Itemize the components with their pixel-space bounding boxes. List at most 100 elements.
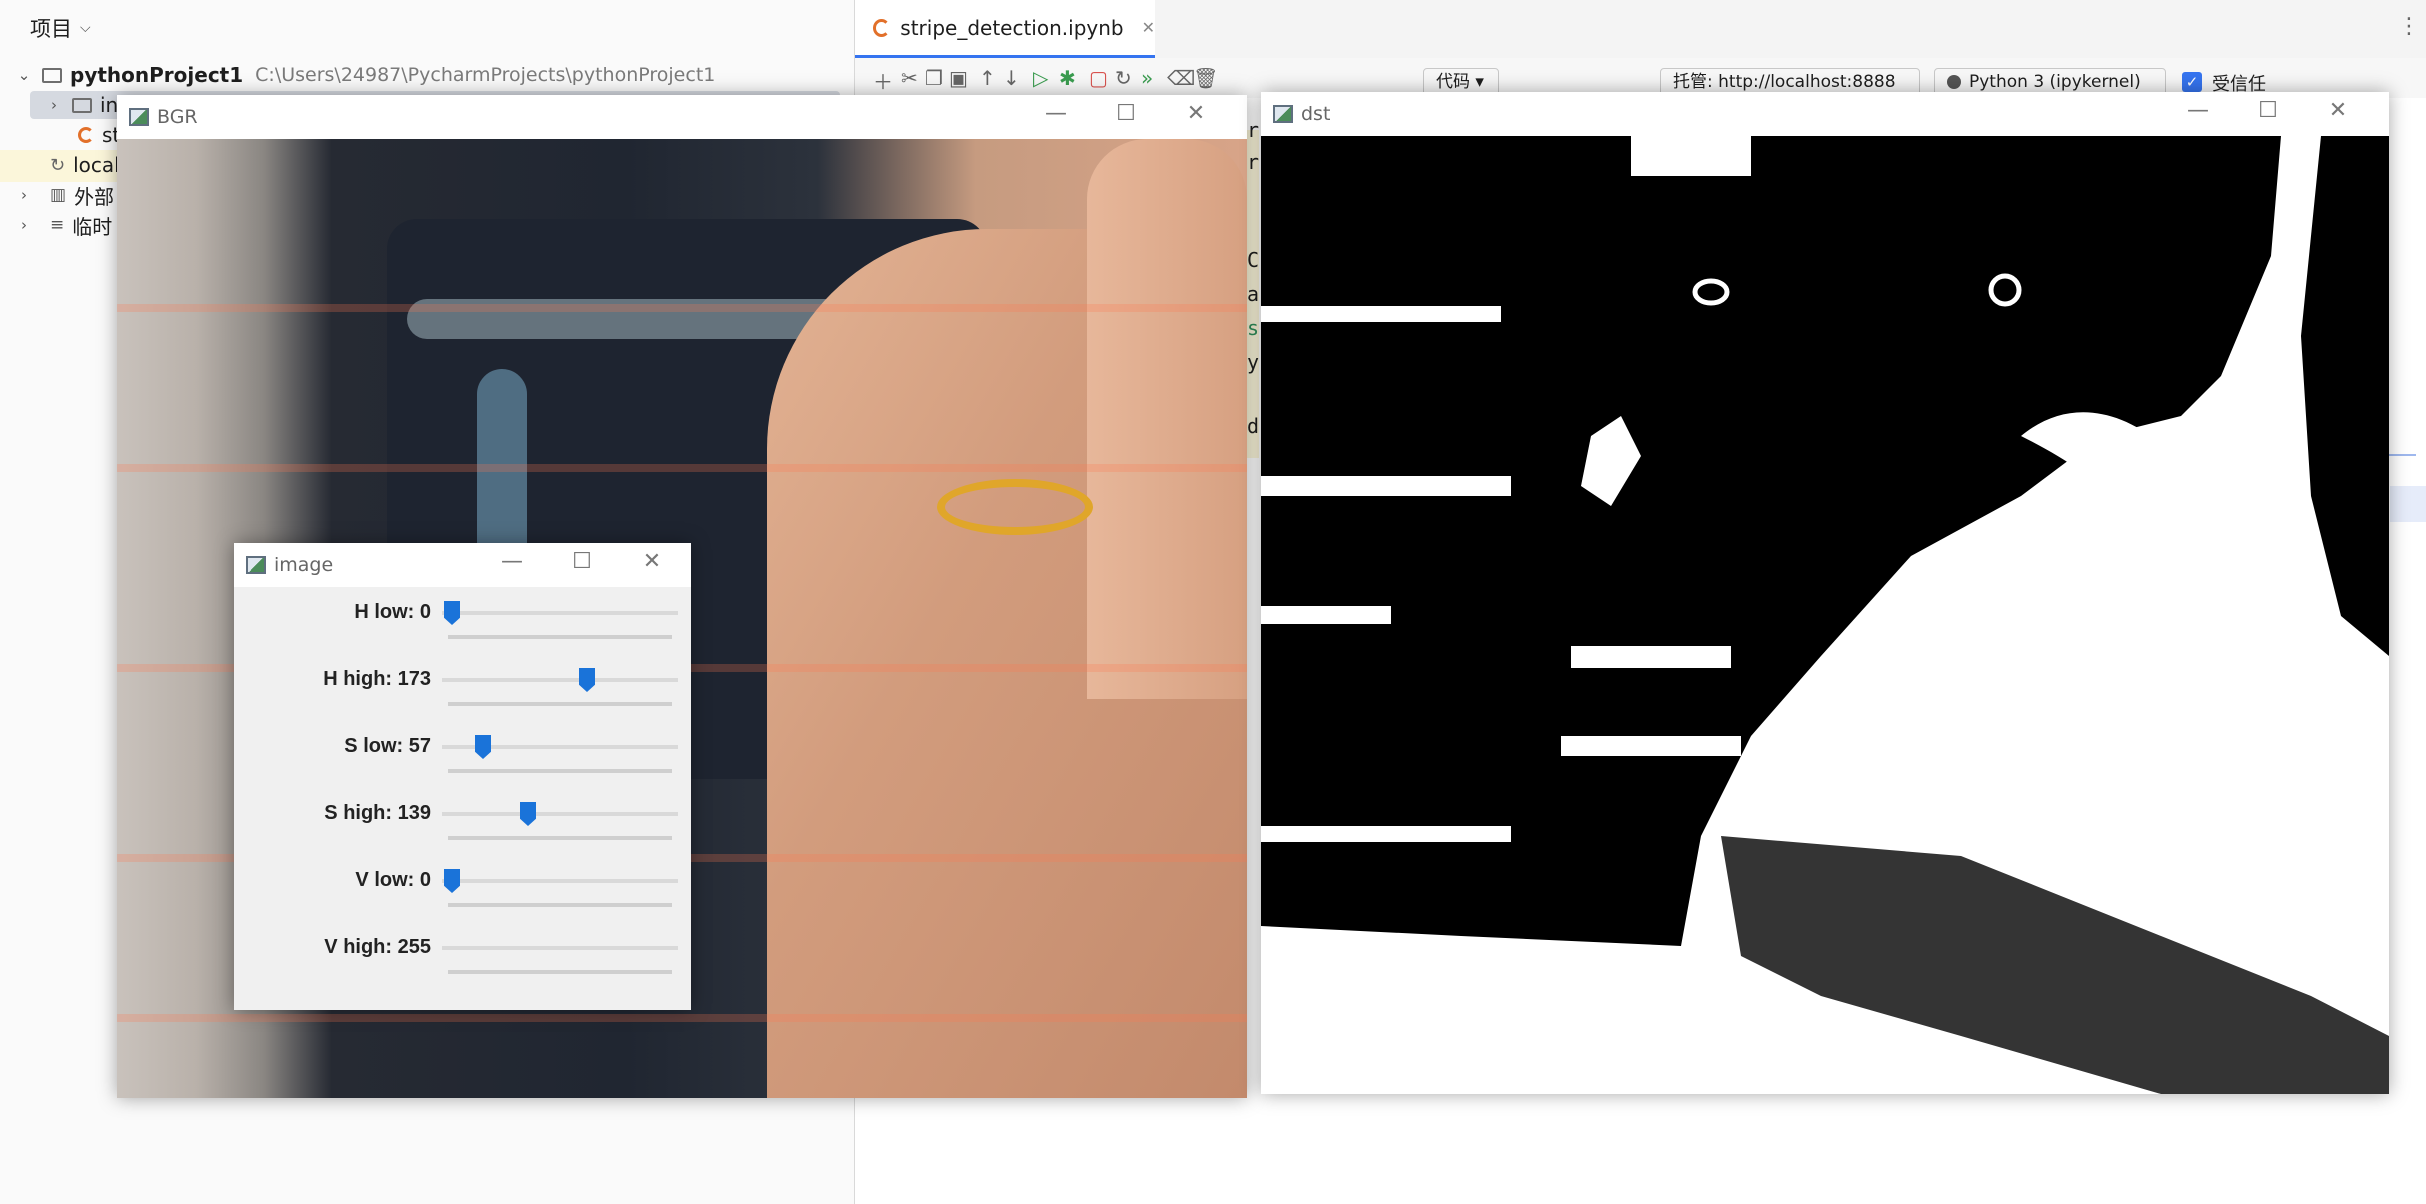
kernel-value: Python 3 (ipykernel) [1969, 72, 2141, 92]
trackbar-label: S low: 57 [344, 735, 431, 757]
code-fragment: y [1247, 350, 1260, 374]
run-all-icon[interactable]: » [1141, 66, 1153, 90]
opencv-window-icon [246, 556, 266, 574]
add-cell-icon[interactable]: ＋ [873, 66, 893, 95]
trackbar-track[interactable] [442, 678, 678, 682]
trackbar-thumb[interactable] [579, 668, 595, 692]
more-vertical-icon[interactable]: ⋮ [2398, 14, 2420, 39]
tree-root-path: C:\Users\24987\PycharmProjects\pythonPro… [255, 64, 716, 86]
chevron-down-icon[interactable]: ⌵ [80, 20, 91, 36]
chevron-right-icon[interactable]: › [14, 216, 34, 234]
dst-mask-image [1261, 136, 2389, 1094]
folder-icon [72, 97, 92, 113]
chevron-down-icon[interactable]: ⌄ [14, 66, 34, 84]
folder-icon [42, 67, 62, 83]
stripe-band [117, 464, 1247, 472]
opencv-window-icon [129, 108, 149, 126]
restart-icon[interactable]: ↻ [1115, 66, 1132, 90]
kernel-status-icon [1947, 75, 1961, 89]
minimize-icon[interactable]: — [2163, 98, 2233, 123]
cell-type-value: 代码 [1436, 72, 1470, 92]
trackbar-thumb[interactable] [444, 869, 460, 893]
trackbar-groove [448, 903, 672, 907]
trackbar-track[interactable] [442, 946, 678, 950]
trackbar-thumb[interactable] [520, 802, 536, 826]
trackbar-row: H high: 173 [234, 654, 691, 720]
tree-root-name: pythonProject1 [70, 63, 244, 87]
maximize-icon[interactable]: ☐ [2233, 98, 2303, 123]
stop-icon[interactable]: ▢ [1089, 66, 1108, 90]
tree-item-notebook[interactable]: st [78, 120, 120, 150]
trackbar-window[interactable]: image — ☐ ✕ H low: 0 H high: 173 S low: 57… [234, 543, 691, 1010]
project-header[interactable]: 项目 ⌵ [0, 0, 854, 56]
trackbar-groove [448, 702, 672, 706]
trackbar-row: V high: 255 [234, 922, 691, 988]
chevron-right-icon[interactable]: › [44, 96, 64, 114]
trackbar-thumb[interactable] [475, 735, 491, 759]
delete-icon[interactable]: 🗑 [1193, 66, 1218, 90]
notebook-icon [873, 18, 891, 37]
trackbar-track[interactable] [442, 611, 678, 615]
trackbar-row: V low: 0 [234, 855, 691, 921]
tab-stripe-detection[interactable]: stripe_detection.ipynb ✕ [855, 0, 1155, 58]
window-title: dst [1301, 103, 1331, 125]
close-icon[interactable]: ✕ [2303, 98, 2373, 123]
server-value: 托管: http://localhost:8888 [1673, 72, 1896, 92]
cell-selection-highlight [2390, 486, 2426, 522]
trackbar-track[interactable] [442, 812, 678, 816]
trackbar-label: V high: 255 [324, 936, 431, 958]
trackbar-label: V low: 0 [355, 869, 431, 891]
dst-window[interactable]: dst — ☐ ✕ [1261, 92, 2389, 1094]
paste-icon[interactable]: ▣ [949, 66, 968, 90]
trackbar-groove [448, 970, 672, 974]
tree-item-scratches[interactable]: › ≡ 临时 [14, 210, 112, 240]
minimize-icon[interactable]: — [1021, 101, 1091, 126]
clear-icon[interactable]: ⌫ [1167, 66, 1195, 90]
trackbar-track[interactable] [442, 879, 678, 883]
close-icon[interactable]: ✕ [617, 549, 687, 574]
tree-external-label: 外部 [74, 184, 115, 209]
stripe-band [117, 1014, 1247, 1022]
trackbar-groove [448, 769, 672, 773]
tree-local-label: local [73, 153, 120, 177]
code-fragment: s [1247, 316, 1260, 340]
chevron-right-icon[interactable]: › [14, 186, 34, 204]
maximize-icon[interactable]: ☐ [547, 549, 617, 574]
minimize-icon[interactable]: — [477, 549, 547, 574]
refresh-icon: ↻ [50, 154, 66, 176]
tree-item-external-libraries[interactable]: › ▥ 外部 [14, 180, 114, 210]
library-icon: ▥ [50, 185, 67, 205]
project-panel-title[interactable]: 项目 [30, 13, 72, 43]
move-up-icon[interactable]: ↑ [979, 66, 996, 90]
editor-tabbar: stripe_detection.ipynb ✕ ⋮ [855, 0, 2426, 59]
tab-label: stripe_detection.ipynb [900, 15, 1124, 40]
dst-titlebar[interactable]: dst — ☐ ✕ [1261, 92, 2389, 136]
trackbar-titlebar[interactable]: image — ☐ ✕ [234, 543, 691, 587]
code-fragment: C [1247, 248, 1260, 272]
trackbar-thumb[interactable] [444, 601, 460, 625]
cut-icon[interactable]: ✂ [901, 66, 918, 90]
move-down-icon[interactable]: ↓ [1003, 66, 1020, 90]
bgr-titlebar[interactable]: BGR — ☐ ✕ [117, 95, 1247, 139]
run-icon[interactable]: ▷ [1033, 66, 1048, 90]
maximize-icon[interactable]: ☐ [1091, 101, 1161, 126]
debug-icon[interactable]: ✱ [1059, 66, 1076, 90]
trackbar-groove [448, 635, 672, 639]
trackbar-row: S high: 139 [234, 788, 691, 854]
opencv-window-icon [1273, 105, 1293, 123]
tree-item-root[interactable]: ⌄ pythonProject1 C:\Users\24987\PycharmP… [14, 60, 716, 90]
gold-ring [937, 479, 1093, 535]
trusted-checkbox[interactable]: ✓ [2182, 72, 2202, 92]
finger [1087, 139, 1247, 699]
close-icon[interactable]: ✕ [1142, 18, 1155, 37]
tree-item-local[interactable]: ↻ local [50, 150, 120, 180]
copy-icon[interactable]: ❐ [925, 66, 943, 90]
binary-mask [1261, 136, 2389, 1094]
tree-item-folder[interactable]: › in [44, 90, 118, 120]
trackbar-row: S low: 57 [234, 721, 691, 787]
trackbar-label: H low: 0 [354, 601, 431, 623]
trackbar-label: S high: 139 [324, 802, 431, 824]
tree-scratch-label: 临时 [72, 214, 113, 239]
tree-folder-name: in [100, 93, 119, 117]
close-icon[interactable]: ✕ [1161, 101, 1231, 126]
